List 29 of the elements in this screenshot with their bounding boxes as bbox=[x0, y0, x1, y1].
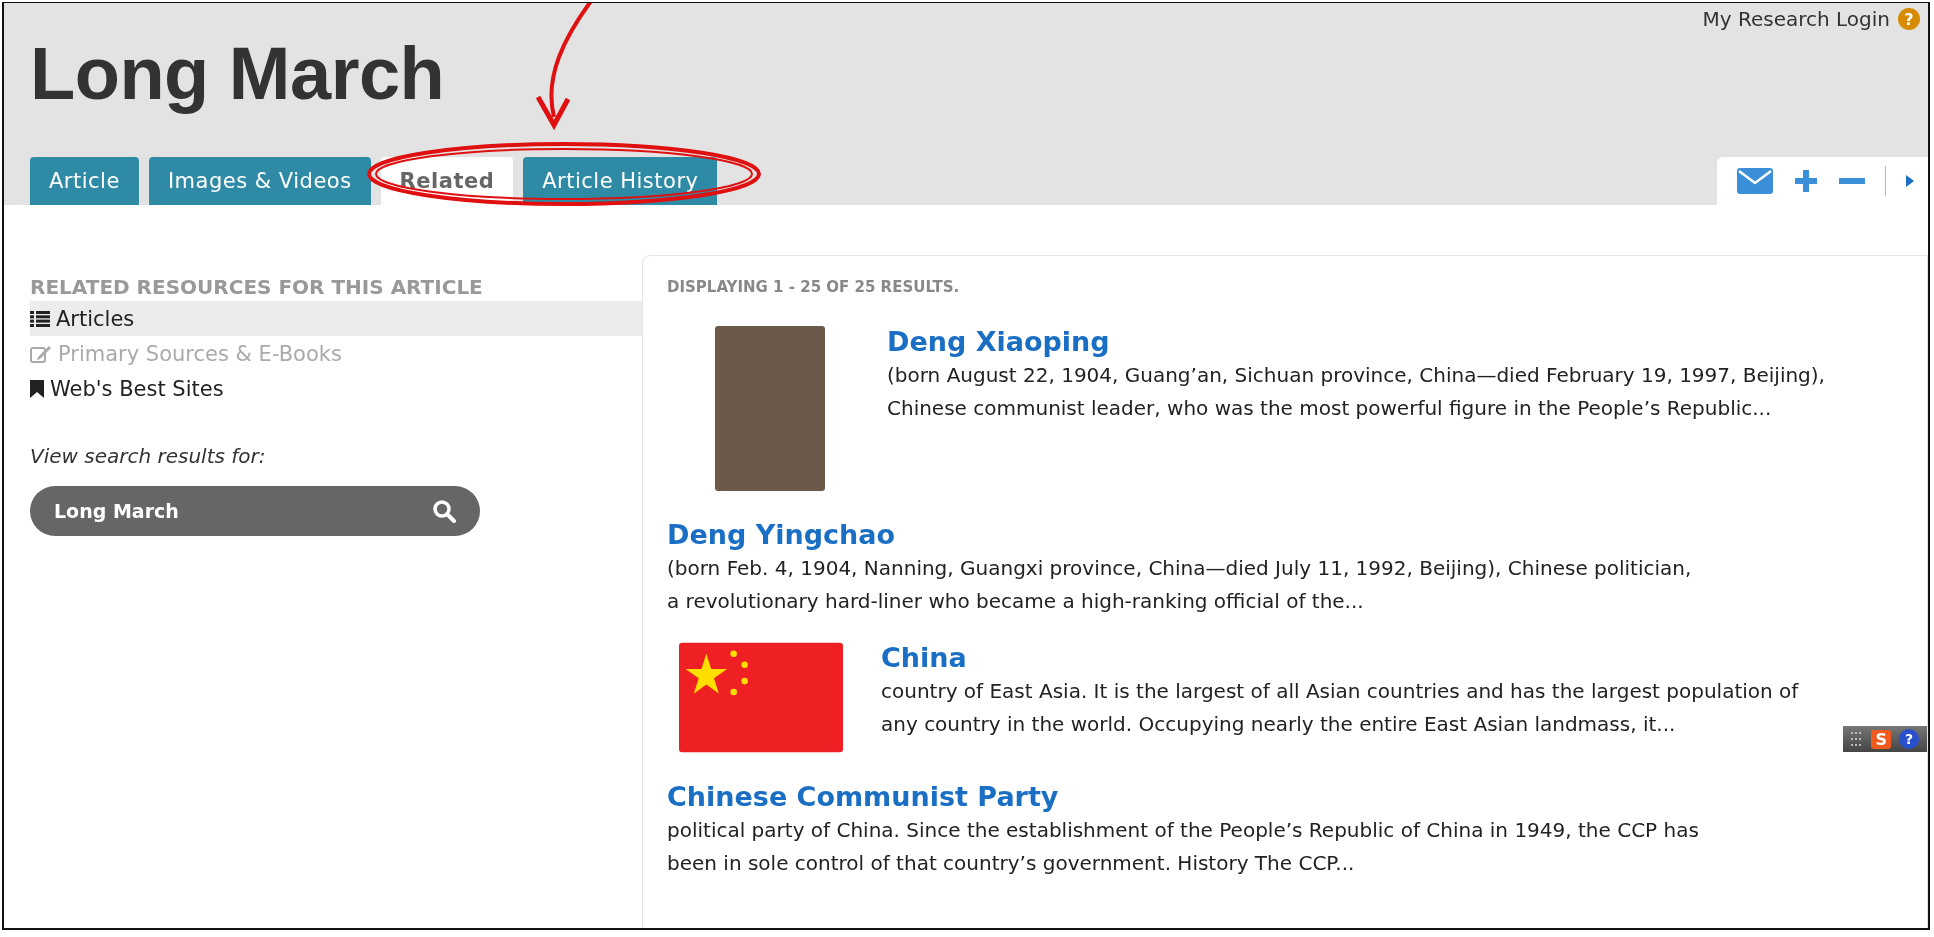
result-title-link[interactable]: Deng Yingchao bbox=[667, 519, 1903, 550]
edit-icon bbox=[30, 344, 52, 363]
flag-drawing[interactable] bbox=[679, 642, 843, 753]
bookmark-icon bbox=[30, 379, 44, 398]
result-title-link[interactable]: Chinese Communist Party bbox=[667, 781, 1903, 812]
ime-logo[interactable]: S bbox=[1871, 729, 1891, 749]
result-title-link[interactable]: China bbox=[881, 642, 1903, 673]
list-icon bbox=[30, 310, 50, 327]
sidebar-heading: RELATED RESOURCES FOR THIS ARTICLE bbox=[30, 275, 484, 299]
search-field[interactable]: Long March bbox=[30, 486, 480, 536]
result-snippet: country of East Asia. It is the largest of all Asian countries and has the largest population of any country in the world. Occupying nearly the entire East Asian landmass, it... bbox=[881, 678, 1800, 738]
tab[interactable]: Article bbox=[30, 157, 139, 205]
tab[interactable]: Images & Videos bbox=[148, 157, 371, 205]
sidebar-item[interactable]: Web's Best Sites bbox=[30, 371, 642, 406]
result-snippet: political party of China. Since the establishment of the People’s Republic of China in 1949, the CCP has been in sole control of that country’s government. History The CCP... bbox=[667, 817, 1700, 877]
grip-icon[interactable] bbox=[1851, 732, 1864, 746]
login-link[interactable]: My Research Login bbox=[1702, 7, 1890, 31]
plus-icon[interactable] bbox=[1793, 168, 1819, 194]
help-icon[interactable]: ? bbox=[1899, 729, 1919, 749]
sidebar-item[interactable]: Articles bbox=[30, 301, 642, 336]
results-summary: DISPLAYING 1 - 25 OF 25 RESULTS. bbox=[667, 278, 961, 296]
result-snippet: (born August 22, 1904, Guang’an, Sichuan province, China—died February 19, 1997, Beijing), Chinese communist leader, who was the most powerful figure in the People’s Republic... bbox=[887, 362, 1826, 422]
mail-icon[interactable] bbox=[1737, 168, 1773, 194]
search-icon[interactable] bbox=[432, 499, 456, 523]
help-icon[interactable]: ? bbox=[1898, 8, 1920, 30]
search-label: View search results for: bbox=[30, 444, 267, 468]
caret-icon[interactable] bbox=[1906, 175, 1914, 187]
result-snippet: (born Feb. 4, 1904, Nanning, Guangxi province, China—died July 11, 1992, Beijing), Chinese politician, a revolutionary hard-liner who became a high-ranking official of the... bbox=[667, 555, 1693, 615]
result-title-link[interactable]: Deng Xiaoping bbox=[887, 326, 1903, 357]
